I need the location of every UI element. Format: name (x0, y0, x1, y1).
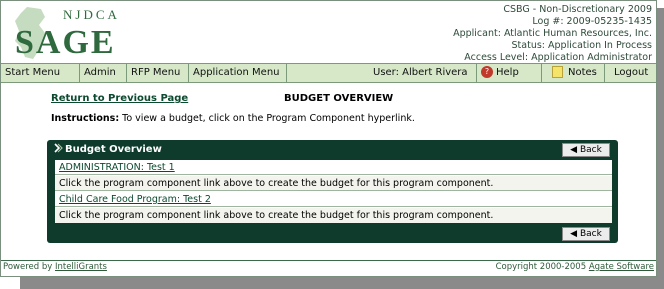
header: NJDCA SAGE CSBG - Non-Discretionary 2009… (1, 1, 656, 63)
expand-arrow-icon (54, 143, 63, 153)
nav-bar: Start Menu Admin RFP Menu Application Me… (1, 63, 656, 83)
row-note: Click the program component link above t… (59, 210, 494, 221)
nav-help[interactable]: ? Help (476, 64, 542, 82)
program-component-link[interactable]: ADMINISTRATION: Test 1 (59, 162, 175, 173)
budget-table: ADMINISTRATION: Test 1 Click the program… (55, 160, 612, 223)
agate-software-link[interactable]: Agate Software (589, 262, 654, 272)
footer: Powered by IntelliGrants Copyright 2000-… (1, 260, 656, 273)
help-label: Help (496, 67, 519, 78)
copyright: Copyright 2000-2005 Agate Software (496, 261, 654, 273)
page-title: BUDGET OVERVIEW (284, 93, 394, 104)
log-number: Log #: 2009-05235-1435 (532, 16, 652, 27)
copyright-prefix: Copyright 2000-2005 (495, 262, 589, 272)
program-info: CSBG - Non-Discretionary 2009 (503, 4, 652, 15)
nav-admin[interactable]: Admin (80, 64, 127, 82)
return-to-previous-page-link[interactable]: Return to Previous Page (51, 93, 188, 104)
window-shadow-bottom (20, 277, 664, 289)
powered-by: Powered by IntelliGrants (3, 261, 107, 273)
current-user: User: Albert Rivera (373, 67, 468, 78)
nav-logout[interactable]: Logout (605, 64, 656, 82)
help-icon: ? (481, 66, 493, 78)
table-row: Click the program component link above t… (55, 208, 612, 223)
applicant-info: Applicant: Atlantic Human Resources, Inc… (453, 28, 652, 39)
panel-title: Budget Overview (53, 143, 162, 155)
nav-start-menu[interactable]: Start Menu (1, 64, 80, 82)
intelligrants-link[interactable]: IntelliGrants (55, 262, 107, 272)
njdca-sage-logo: NJDCA SAGE (15, 7, 120, 61)
logo-small-text: NJDCA (63, 7, 120, 22)
program-component-link[interactable]: Child Care Food Program: Test 2 (59, 194, 211, 205)
window-shadow-right (657, 8, 664, 289)
app-window: NJDCA SAGE CSBG - Non-Discretionary 2009… (0, 0, 657, 277)
instructions-label: Instructions: (51, 113, 120, 124)
back-button-bottom[interactable]: ◀ Back (562, 227, 610, 241)
back-button-top[interactable]: ◀ Back (562, 143, 610, 157)
row-note: Click the program component link above t… (59, 178, 494, 189)
notes-icon (552, 66, 563, 78)
logo-big-text: SAGE (15, 24, 116, 61)
nav-rfp-menu[interactable]: RFP Menu (127, 64, 189, 82)
instructions: Instructions: To view a budget, click on… (51, 113, 415, 124)
instructions-text: To view a budget, click on the Program C… (122, 113, 415, 124)
back-label: Back (579, 145, 602, 155)
status-info: Status: Application In Process (511, 40, 652, 51)
powered-by-prefix: Powered by (3, 262, 55, 272)
back-label: Back (579, 229, 602, 239)
table-row: ADMINISTRATION: Test 1 (55, 160, 612, 175)
application-info: CSBG - Non-Discretionary 2009 Log #: 200… (453, 4, 652, 64)
panel-title-text: Budget Overview (65, 144, 162, 155)
notes-label: Notes (568, 67, 597, 78)
nav-application-menu[interactable]: Application Menu (189, 64, 287, 82)
table-row: Child Care Food Program: Test 2 (55, 192, 612, 207)
nav-notes[interactable]: Notes (542, 64, 605, 82)
table-row: Click the program component link above t… (55, 176, 612, 191)
back-arrow-icon: ◀ (570, 145, 578, 155)
back-arrow-icon: ◀ (570, 229, 578, 239)
